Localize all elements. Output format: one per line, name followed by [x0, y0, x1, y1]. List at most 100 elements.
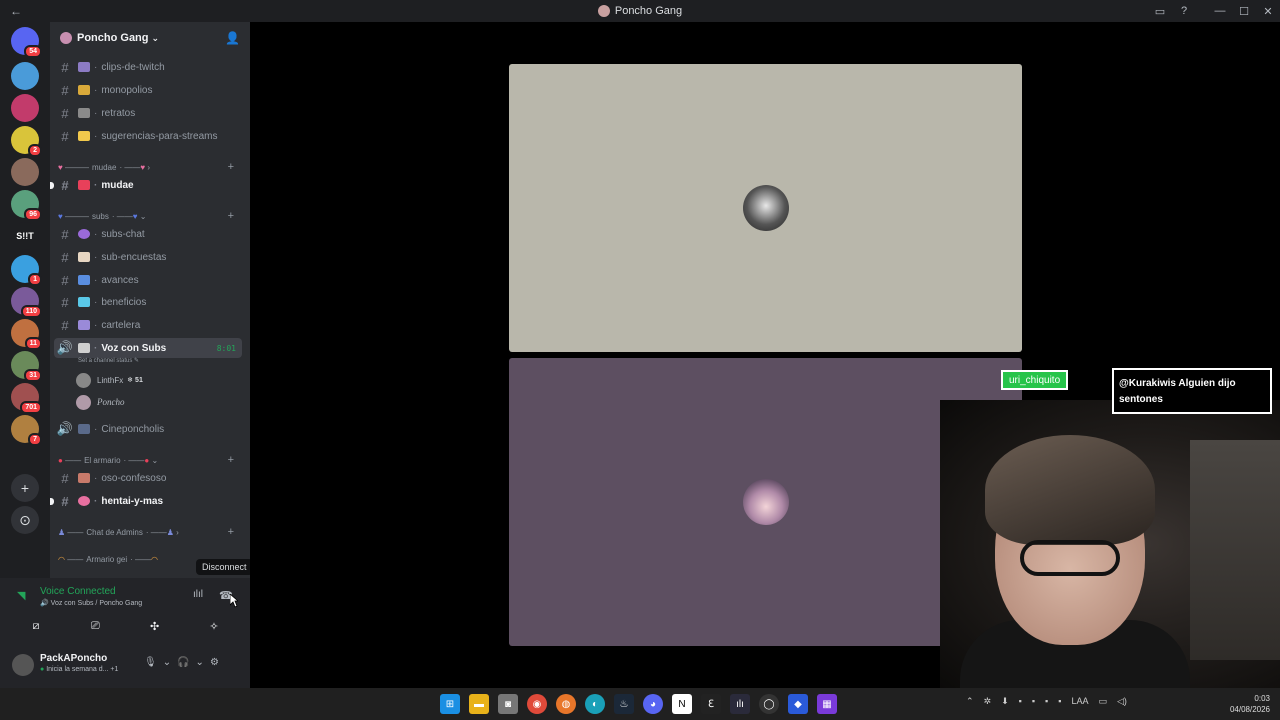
category-subs[interactable]: ♥ ——— subs · —— ♥ ⌄ +: [58, 209, 246, 223]
channel-subs-chat[interactable]: # · subs-chat: [54, 224, 242, 244]
add-channel-icon[interactable]: +: [228, 210, 234, 222]
channel-clips[interactable]: # · clips-de-twitch: [54, 57, 242, 77]
add-channel-icon[interactable]: +: [228, 161, 234, 173]
settings-gear-icon[interactable]: ⚙: [210, 657, 219, 668]
voice-user[interactable]: Poncho: [76, 393, 125, 411]
audio-icon[interactable]: ılı: [730, 694, 750, 714]
avatar[interactable]: [12, 654, 34, 676]
camera-off-button[interactable]: ⧄: [10, 616, 62, 636]
add-channel-icon[interactable]: +: [228, 526, 234, 538]
category-admins[interactable]: ♟ —— Chat de Admins · —— ♟ › +: [58, 525, 246, 539]
clipboard-icon: [78, 252, 90, 262]
app-icon[interactable]: ▦: [817, 694, 837, 714]
minimize-button[interactable]: —: [1208, 0, 1232, 22]
help-icon[interactable]: ?: [1172, 0, 1196, 22]
server-icon[interactable]: 96: [11, 190, 42, 221]
speaker-icon: 🔊: [56, 340, 74, 355]
close-button[interactable]: ✕: [1256, 0, 1280, 22]
channel-monopolios[interactable]: # · monopolios: [54, 80, 242, 100]
windows-start-icon[interactable]: ⊞: [440, 694, 460, 714]
noise-suppression-icon[interactable]: ılıl: [193, 589, 203, 600]
channel-avances[interactable]: # · avances: [54, 270, 242, 290]
channel-beneficios[interactable]: # · beneficios: [54, 292, 242, 312]
server-icon[interactable]: 1: [11, 255, 42, 286]
explore-servers-button[interactable]: ⊙: [11, 506, 39, 534]
server-icon[interactable]: 2: [11, 126, 42, 157]
chevron-down-icon[interactable]: ⌄: [196, 657, 204, 668]
tray-app-icon[interactable]: ▪: [1019, 696, 1022, 707]
edge-icon[interactable]: ◐: [585, 694, 605, 714]
add-server-button[interactable]: +: [11, 474, 39, 502]
chevron-down-icon: ⌄: [151, 32, 160, 43]
server-icon[interactable]: 701: [11, 383, 42, 414]
notion-icon[interactable]: N: [672, 694, 692, 714]
server-icon[interactable]: 54: [11, 27, 42, 58]
film-icon: [78, 320, 90, 330]
voice-connection-panel: ◥ Voice Connected 🔊 Voz con Subs / Ponch…: [0, 578, 250, 688]
server-icon[interactable]: [11, 158, 39, 186]
language-indicator[interactable]: LAA: [1071, 696, 1088, 707]
microphone-icon[interactable]: 🎙: [144, 657, 157, 668]
server-icon[interactable]: [11, 62, 39, 90]
voice-status-sub[interactable]: 🔊 Voz con Subs / Poncho Gang: [40, 599, 142, 607]
channel-label: clips-de-twitch: [101, 61, 165, 73]
server-icon[interactable]: [11, 94, 39, 122]
server-icon[interactable]: 11: [11, 319, 42, 350]
file-explorer-icon[interactable]: ▬: [469, 694, 489, 714]
tray-app-icon[interactable]: ▪: [1058, 696, 1061, 707]
firefox-icon[interactable]: ◍: [556, 694, 576, 714]
voice-channel-voz-con-subs[interactable]: 🔊 · Voz con Subs 8:01: [54, 338, 242, 358]
settings-gear-icon[interactable]: ✲: [984, 696, 992, 707]
add-channel-icon[interactable]: +: [228, 454, 234, 466]
tray-app-icon[interactable]: ▪: [1032, 696, 1035, 707]
channel-label: beneficios: [101, 296, 147, 308]
headphones-icon[interactable]: 🎧: [177, 657, 189, 668]
signal-icon[interactable]: ◥: [17, 589, 25, 602]
app-icon[interactable]: ◆: [788, 694, 808, 714]
volume-icon[interactable]: ◁): [1117, 696, 1127, 707]
channel-mudae[interactable]: # · mudae: [50, 175, 242, 195]
system-tray: ⌃ ✲ ⬇ ▪ ▪ ▪ ▪ LAA ▭ ◁): [966, 696, 1127, 707]
invite-people-icon[interactable]: 👤: [225, 31, 240, 45]
obs-icon[interactable]: ◯: [759, 694, 779, 714]
channel-oso-confesoso[interactable]: # · oso-confesoso: [54, 468, 242, 488]
channel-retratos[interactable]: # · retratos: [54, 103, 242, 123]
server-icon[interactable]: 31: [11, 351, 42, 382]
clock[interactable]: 0:03 04/08/2026: [1230, 693, 1270, 715]
category-label: mudae: [91, 162, 117, 172]
tray-app-icon[interactable]: ⬇: [1001, 696, 1009, 707]
channel-sub-encuestas[interactable]: # · sub-encuestas: [54, 247, 242, 267]
tray-app-icon[interactable]: ▪: [1045, 696, 1048, 707]
category-mudae[interactable]: ♥ ——— mudae · —— ♥ › +: [58, 160, 246, 174]
channel-label: Voz con Subs: [101, 342, 167, 354]
voice-status-title[interactable]: Voice Connected: [40, 586, 116, 597]
server-icon[interactable]: 7: [11, 415, 42, 446]
chrome-icon[interactable]: ◉: [527, 694, 547, 714]
channel-cartelera[interactable]: # · cartelera: [54, 315, 242, 335]
username[interactable]: PackAPoncho: [40, 653, 107, 664]
chevron-down-icon[interactable]: ⌄: [163, 657, 171, 668]
channel-status[interactable]: Set a channel status ✎: [78, 357, 139, 364]
streamer-hair: [985, 435, 1155, 545]
category-armario[interactable]: ● —— El armario · —— ● ⌄ +: [58, 453, 246, 467]
steam-icon[interactable]: ♨: [614, 694, 634, 714]
discord-icon[interactable]: ◕: [643, 694, 663, 714]
server-icon[interactable]: S!!T: [11, 222, 39, 250]
activities-button[interactable]: ✣: [129, 616, 181, 636]
soundboard-button[interactable]: ✧: [188, 616, 240, 636]
channel-sugerencias[interactable]: # · sugerencias-para-streams: [54, 126, 242, 146]
maximize-button[interactable]: ☐: [1232, 0, 1256, 22]
participant-tile[interactable]: [509, 64, 1022, 352]
chevron-up-icon[interactable]: ⌃: [966, 696, 974, 707]
inbox-icon[interactable]: ▭: [1148, 0, 1172, 22]
app-icon[interactable]: ℇ: [701, 694, 721, 714]
back-arrow-icon[interactable]: ←: [0, 0, 48, 22]
network-icon[interactable]: ▭: [1098, 696, 1107, 707]
screen-share-button[interactable]: ⎚: [69, 616, 121, 636]
channel-hentai-y-mas[interactable]: # · hentai-y-mas: [50, 491, 242, 511]
voice-channel-cineponcholis[interactable]: 🔊 · Cineponcholis: [54, 419, 242, 439]
guild-header[interactable]: Poncho Gang ⌄ 👤: [50, 22, 250, 54]
voice-user[interactable]: LinthFx ❄ 51: [76, 371, 143, 389]
server-icon[interactable]: 110: [11, 287, 42, 318]
app-icon[interactable]: ◙: [498, 694, 518, 714]
